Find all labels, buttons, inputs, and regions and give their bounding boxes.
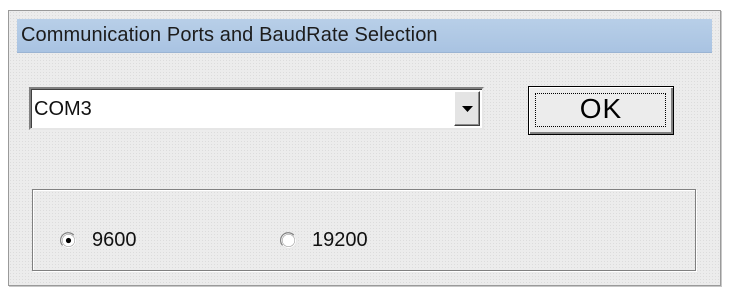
dialog-title-bar: Communication Ports and BaudRate Selecti…: [17, 19, 712, 53]
com-port-value: COM3: [34, 98, 92, 120]
ok-button-label: OK: [579, 93, 623, 124]
dialog-title: Communication Ports and BaudRate Selecti…: [21, 24, 438, 46]
baudrate-option-9600[interactable]: 9600: [60, 227, 137, 253]
radio-unselected-icon[interactable]: [280, 231, 297, 249]
chevron-down-icon: [462, 106, 473, 112]
radio-selected-icon[interactable]: [60, 231, 77, 249]
baudrate-label-19200: 19200: [312, 228, 368, 251]
ok-button[interactable]: OK: [528, 86, 674, 135]
dropdown-button[interactable]: [454, 91, 480, 126]
com-port-select[interactable]: COM3: [29, 87, 484, 130]
baudrate-option-19200[interactable]: 19200: [280, 227, 368, 253]
baudrate-label-9600: 9600: [92, 228, 137, 251]
